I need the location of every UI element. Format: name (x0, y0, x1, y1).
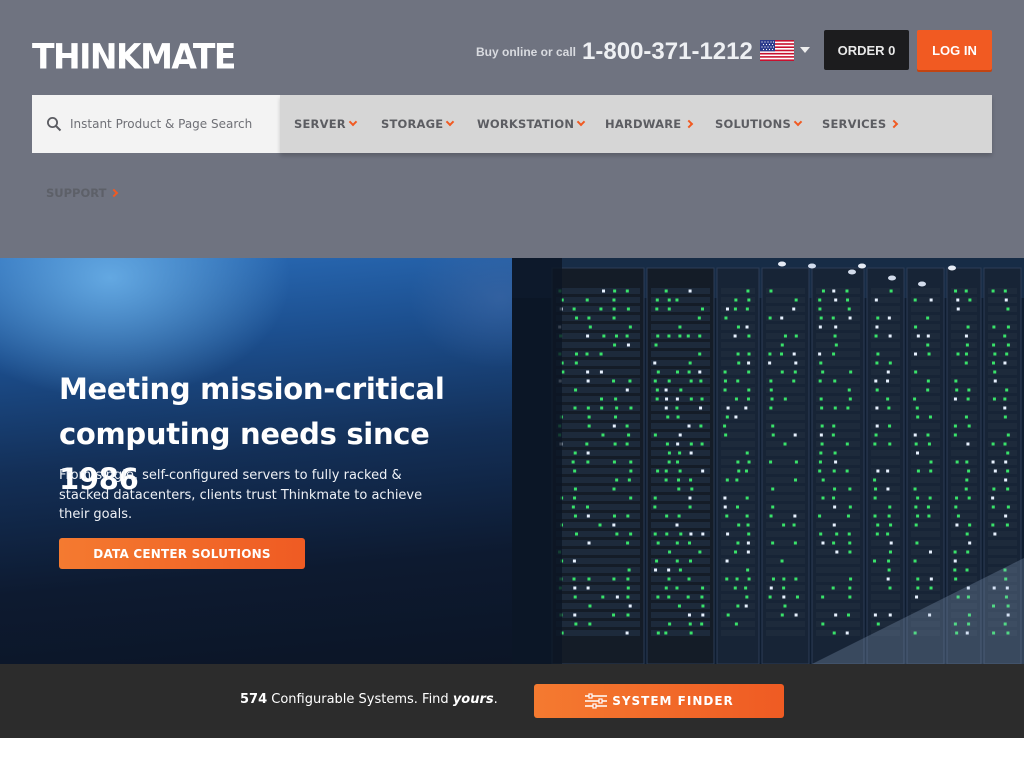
search-bar[interactable]: Instant Product & Page Search (32, 95, 280, 153)
configurable-systems-text: 574 Configurable Systems. Find yours. (240, 692, 498, 707)
search-input[interactable]: Instant Product & Page Search (70, 117, 252, 131)
system-finder-bar: 574 Configurable Systems. Find yours. SY… (0, 664, 1024, 738)
nav-item-label: HARDWARE (605, 117, 682, 131)
nav-item-label: SOLUTIONS (715, 117, 791, 131)
finder-text-mid: Configurable Systems. Find (267, 692, 453, 707)
buy-online-text: Buy online or call (476, 45, 577, 59)
datacenter-image (512, 258, 1024, 664)
nav-item-label: SERVER (294, 117, 346, 131)
contact-line: Buy online or call 1-800-371-1212 (476, 36, 753, 68)
nav-item-hardware[interactable]: HARDWARE (605, 95, 694, 153)
country-dropdown-caret-icon[interactable] (800, 47, 810, 53)
nav-item-workstation[interactable]: WORKSTATION (477, 95, 586, 153)
nav-item-label: SERVICES (822, 117, 887, 131)
chevron-right-icon (685, 119, 694, 129)
hero-banner: Meeting mission-critical computing needs… (0, 258, 1024, 664)
nav-item-server[interactable]: SERVER (294, 95, 358, 153)
nav-item-storage[interactable]: STORAGE (381, 95, 455, 153)
chevron-down-icon (576, 117, 586, 127)
system-finder-label: SYSTEM FINDER (612, 694, 734, 708)
data-center-solutions-button[interactable]: DATA CENTER SOLUTIONS (59, 538, 305, 569)
system-finder-button[interactable]: SYSTEM FINDER (534, 684, 784, 718)
search-icon (47, 117, 62, 132)
chevron-down-icon (446, 117, 455, 127)
nav-item-solutions[interactable]: SOLUTIONS (715, 95, 803, 153)
us-flag-icon[interactable] (760, 40, 794, 61)
nav-item-support[interactable]: SUPPORT (46, 182, 119, 204)
system-count: 574 (240, 692, 268, 707)
server-racks-illustration (512, 258, 1024, 664)
hero-subtitle: From single, self-configured servers to … (59, 468, 423, 522)
finder-text-end: . (493, 692, 498, 707)
nav-item-services[interactable]: SERVICES (822, 95, 899, 153)
chevron-right-icon (110, 188, 119, 198)
nav-item-label: STORAGE (381, 117, 444, 131)
chevron-right-icon (890, 119, 899, 129)
nav-item-label: WORKSTATION (477, 117, 575, 131)
sliders-icon (585, 693, 608, 709)
order-button[interactable]: ORDER 0 (824, 30, 909, 70)
thinkmate-logo[interactable]: THINKMATE (32, 36, 236, 77)
chevron-down-icon (793, 117, 803, 127)
main-nav: SERVER STORAGE WORKSTATION HARDWARE SOLU… (280, 95, 992, 153)
nav-item-label: SUPPORT (46, 186, 107, 200)
site-header: THINKMATE Buy online or call 1-800-371-1… (0, 0, 1024, 258)
phone-number-link[interactable]: 1-800-371-1212 (582, 38, 753, 66)
finder-text-em: yours (452, 692, 494, 707)
chevron-down-icon (348, 117, 358, 127)
login-button[interactable]: LOG IN (917, 30, 992, 70)
